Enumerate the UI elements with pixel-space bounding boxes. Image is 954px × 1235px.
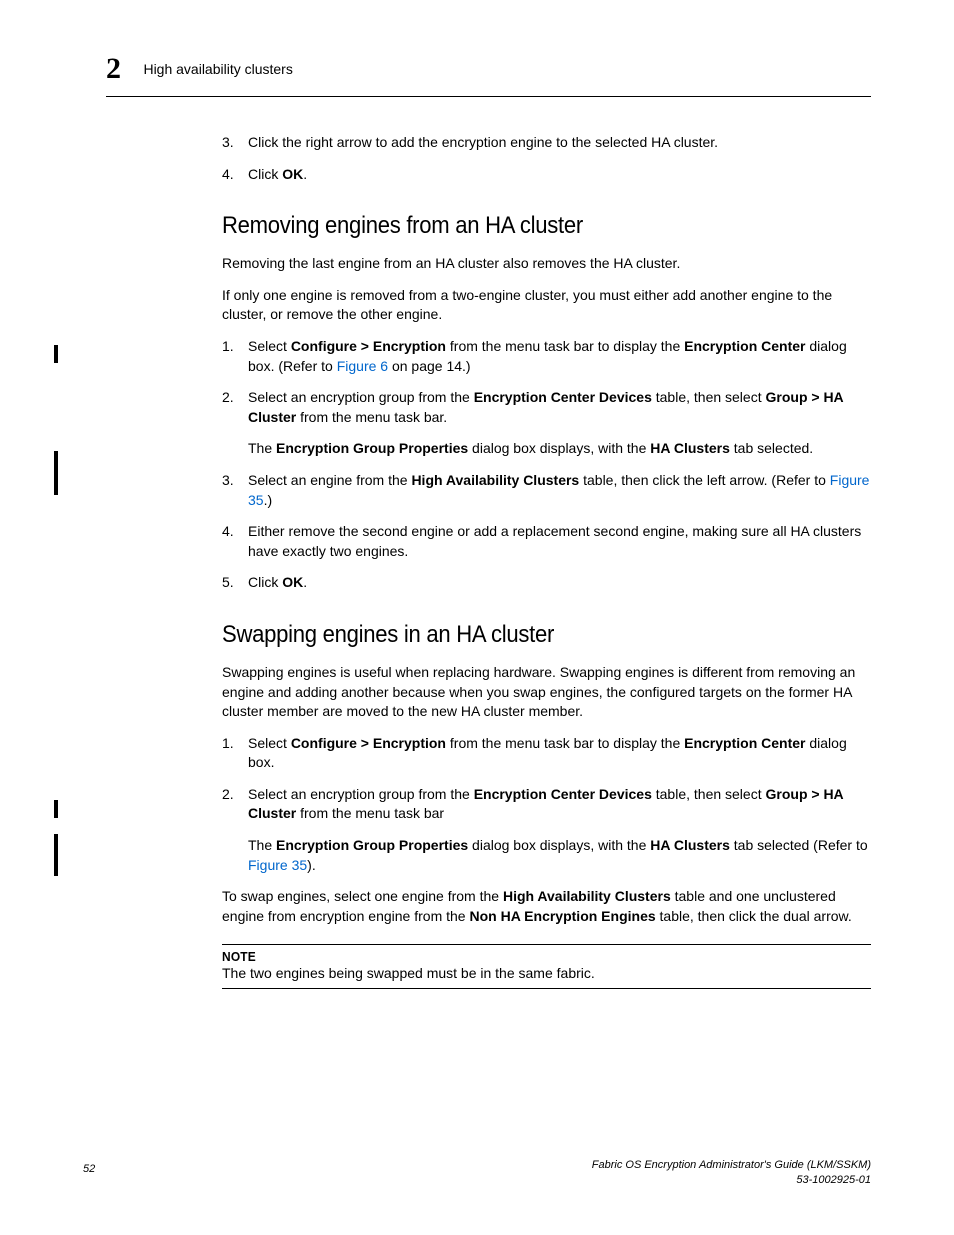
text: .) [264,492,273,508]
list-body: Select an encryption group from the Encr… [248,785,871,875]
bold-text: High Availability Clusters [411,472,579,488]
bold-text: Encryption Center Devices [474,786,652,802]
text: . [303,166,307,182]
text: from the menu task bar to display the [446,338,684,354]
text: ). [307,857,316,873]
text: table, then click the left arrow. (Refer… [579,472,830,488]
text: To swap engines, select one engine from … [222,888,503,904]
list-body: Click the right arrow to add the encrypt… [248,133,871,153]
paragraph: Swapping engines is useful when replacin… [222,663,871,722]
revision-bar [54,345,58,363]
text: tab selected (Refer to [730,837,868,853]
footer-doc-number: 53-1002925-01 [592,1173,871,1187]
text: from the menu task bar to display the [446,735,684,751]
figure-link[interactable]: Figure 35 [248,857,307,873]
text: from the menu task bar [296,805,444,821]
text: Select an encryption group from the [248,786,474,802]
list-body: Click OK. [248,165,871,185]
revision-bar [54,800,58,818]
list-item: 4. Click OK. [222,165,871,185]
list-number: 2. [222,785,248,875]
section-heading-removing: Removing engines from an HA cluster [222,212,819,240]
list-item: 3. Select an engine from the High Availa… [222,471,871,510]
list-item: 1. Select Configure > Encryption from th… [222,734,871,773]
text: table, then select [652,389,766,405]
list-body: Select Configure > Encryption from the m… [248,734,871,773]
bold-text: High Availability Clusters [503,888,671,904]
text: . [303,574,307,590]
bold-text: Encryption Center [684,338,805,354]
list-number: 3. [222,471,248,510]
note-label: NOTE [222,949,819,964]
text: The [248,837,276,853]
list-item: 2. Select an encryption group from the E… [222,785,871,875]
list-body: Select an encryption group from the Encr… [248,388,871,459]
bold-text: OK [282,166,303,182]
text: dialog box displays, with the [468,440,650,456]
list-number: 4. [222,165,248,185]
list-number: 1. [222,337,248,376]
text: Click [248,166,282,182]
list-item: 4. Either remove the second engine or ad… [222,522,871,561]
text: Select [248,338,291,354]
bold-text: Non HA Encryption Engines [469,908,655,924]
list-number: 4. [222,522,248,561]
list-number: 1. [222,734,248,773]
bold-text: HA Clusters [650,837,730,853]
text: Click [248,574,282,590]
list-body: Either remove the second engine or add a… [248,522,871,561]
list-item: 3. Click the right arrow to add the encr… [222,133,871,153]
list-number: 3. [222,133,248,153]
sub-paragraph: The Encryption Group Properties dialog b… [248,439,871,459]
text: table, then select [652,786,766,802]
page-number: 52 [83,1163,95,1175]
bold-text: Encryption Group Properties [276,837,468,853]
text: Select an encryption group from the [248,389,474,405]
list-number: 2. [222,388,248,459]
bold-text: Configure > Encryption [291,338,446,354]
list-item: 5. Click OK. [222,573,871,593]
page-content: 3. Click the right arrow to add the encr… [222,133,871,989]
text: Select an engine from the [248,472,411,488]
bold-text: HA Clusters [650,440,730,456]
bold-text: Configure > Encryption [291,735,446,751]
revision-bar [54,451,58,495]
text: tab selected. [730,440,813,456]
bold-text: OK [282,574,303,590]
text: table, then click the dual arrow. [656,908,852,924]
paragraph: Removing the last engine from an HA clus… [222,254,871,274]
text: from the menu task bar. [296,409,447,425]
text: dialog box displays, with the [468,837,650,853]
note-top-rule [222,944,871,945]
bold-text: Encryption Center [684,735,805,751]
running-header-title: High availability clusters [143,61,292,77]
list-body: Click OK. [248,573,871,593]
text: Select [248,735,291,751]
list-number: 5. [222,573,248,593]
section-heading-swapping: Swapping engines in an HA cluster [222,621,819,649]
footer-doc-title: Fabric OS Encryption Administrator's Gui… [592,1158,871,1172]
text: on page 14.) [388,358,471,374]
list-item: 1. Select Configure > Encryption from th… [222,337,871,376]
footer-doc-info: Fabric OS Encryption Administrator's Gui… [592,1158,871,1187]
paragraph: To swap engines, select one engine from … [222,887,871,926]
note-body: The two engines being swapped must be in… [222,964,871,989]
bold-text: Encryption Group Properties [276,440,468,456]
paragraph: If only one engine is removed from a two… [222,286,871,325]
list-body: Select Configure > Encryption from the m… [248,337,871,376]
bold-text: Encryption Center Devices [474,389,652,405]
chapter-number: 2 [106,52,121,86]
list-item: 2. Select an encryption group from the E… [222,388,871,459]
text: The [248,440,276,456]
sub-paragraph: The Encryption Group Properties dialog b… [248,836,871,875]
list-body: Select an engine from the High Availabil… [248,471,871,510]
page-header: 2 High availability clusters [106,52,871,97]
revision-bar [54,834,58,876]
figure-link[interactable]: Figure 6 [337,358,388,374]
